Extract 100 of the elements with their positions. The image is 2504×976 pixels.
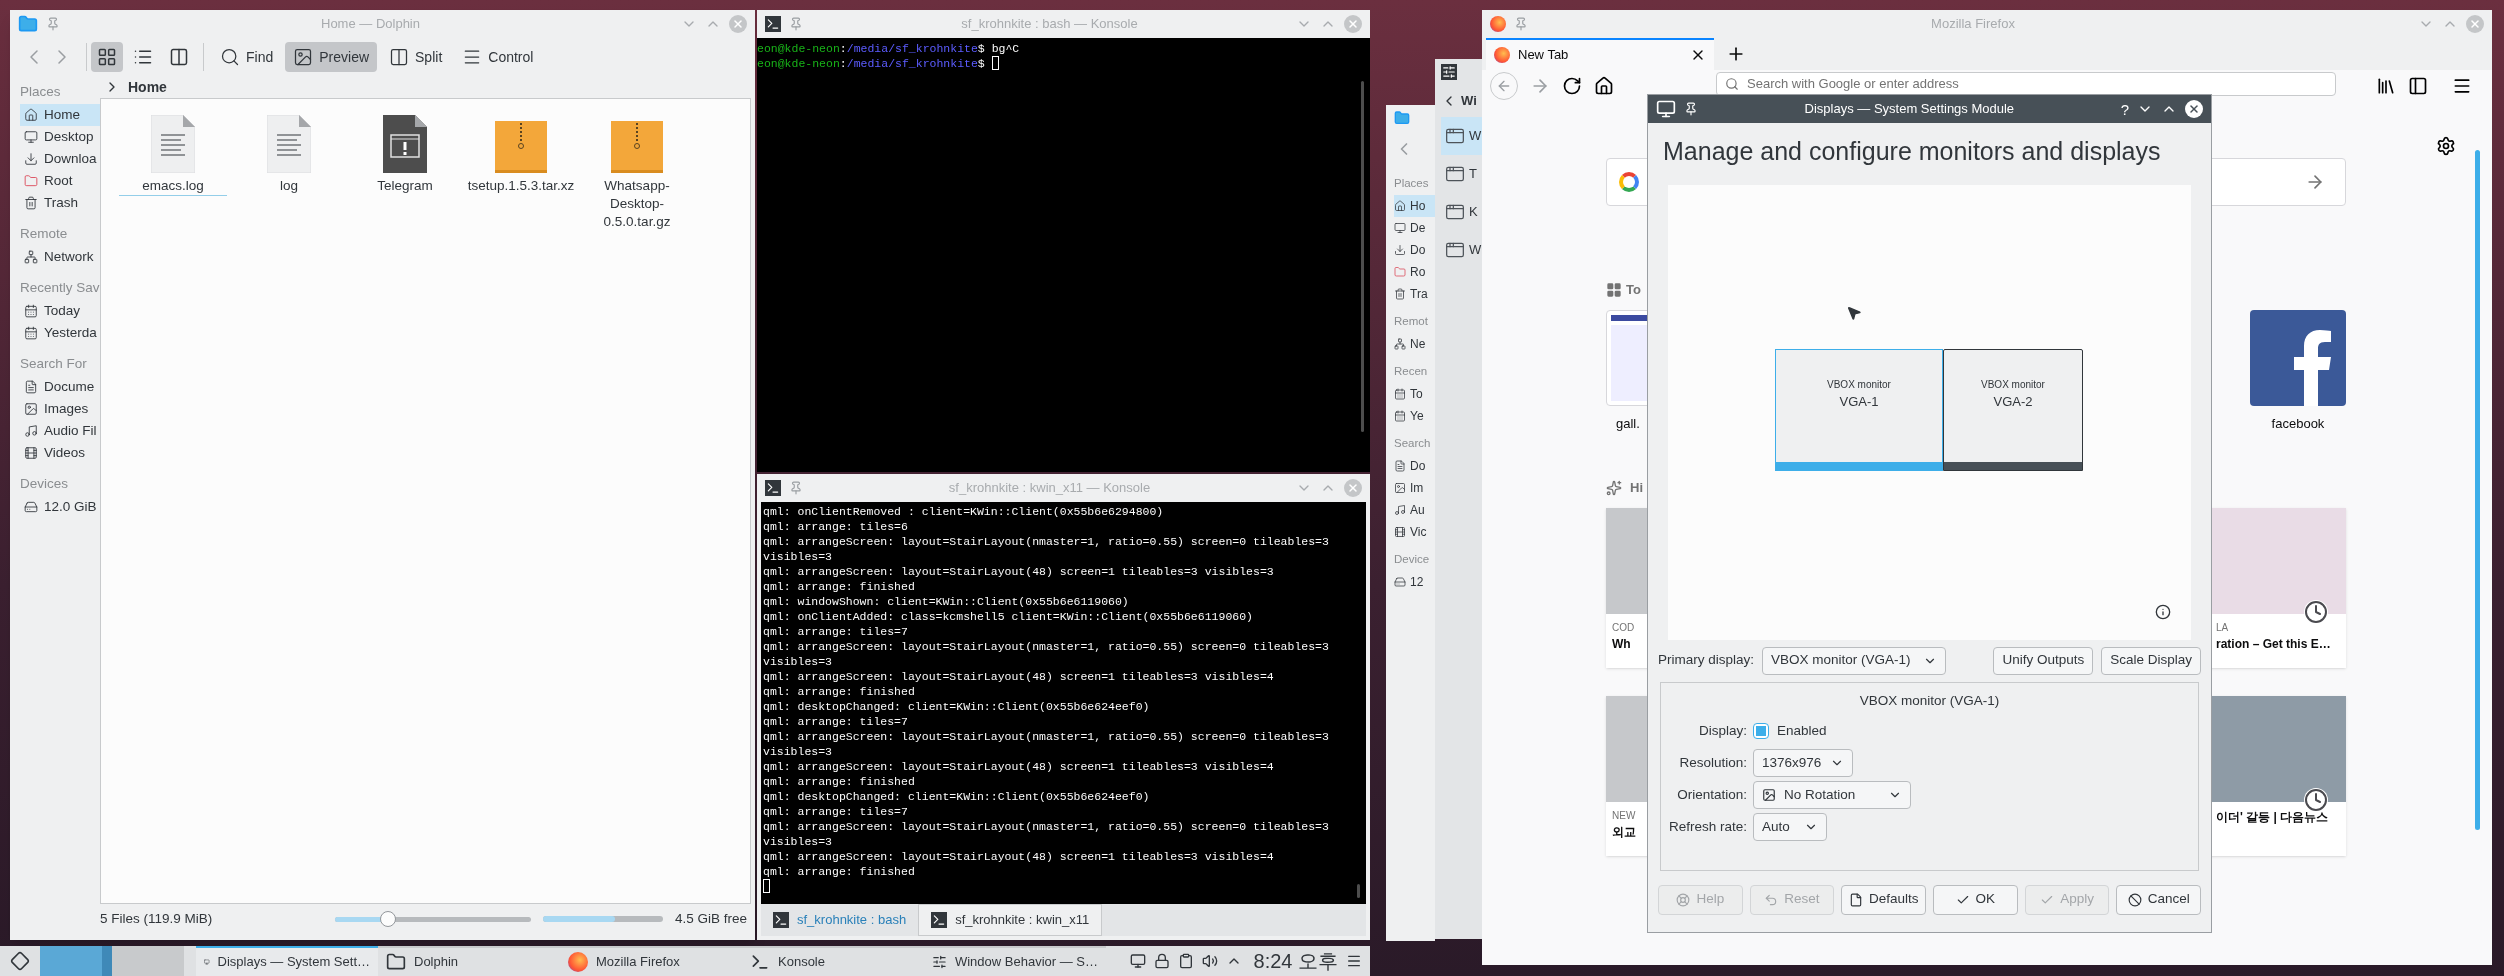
- sidebar-item[interactable]: Do: [1394, 455, 1435, 477]
- virtual-desktop[interactable]: [40, 946, 112, 976]
- toolbar-button[interactable]: Control: [454, 42, 542, 72]
- section-heading: Recently Sav: [20, 278, 100, 297]
- sidebar-item[interactable]: Ye: [1394, 405, 1435, 427]
- launcher-icon[interactable]: [10, 951, 30, 971]
- terminal-line: visibles=3: [763, 834, 833, 849]
- sidebar-item[interactable]: To: [1394, 383, 1435, 405]
- sidebar-item[interactable]: Yesterda: [20, 322, 100, 344]
- tile-label[interactable]: facebook: [2271, 414, 2325, 434]
- reload-icon[interactable]: [1562, 76, 1582, 96]
- terminal-line: qml: arrange: tiles=7: [763, 714, 909, 729]
- drive-icon: [24, 500, 38, 514]
- menu-icon[interactable]: [1346, 953, 1362, 969]
- address-field[interactable]: Search with Google or enter address: [1716, 72, 2336, 96]
- sidebar-item[interactable]: Trash: [20, 192, 100, 214]
- zoom-slider[interactable]: [334, 911, 531, 927]
- terminal-tab[interactable]: sf_krohnkite : kwin_x11: [918, 904, 1103, 936]
- dropdown[interactable]: VBOX monitor (VGA-1): [1762, 646, 1946, 675]
- tile-label[interactable]: gall.: [1606, 414, 1640, 434]
- close-icon[interactable]: [2185, 100, 2203, 118]
- sidebar-item[interactable]: 12: [1394, 571, 1435, 593]
- task-button[interactable]: Mozilla Firefox: [560, 946, 742, 976]
- library-icon[interactable]: [2376, 76, 2396, 96]
- browser-tab[interactable]: New Tab: [1486, 38, 1714, 70]
- sidebar-item[interactable]: Docume: [20, 376, 100, 398]
- image-icon: [293, 47, 314, 67]
- sidebar-icon[interactable]: [2408, 76, 2428, 96]
- scrollbar[interactable]: [1361, 81, 1364, 432]
- group-title: VBOX monitor (VGA-1): [1858, 691, 2001, 710]
- dropdown[interactable]: No Rotation: [1753, 780, 1911, 809]
- sidebar-item[interactable]: Ne: [1394, 333, 1435, 355]
- card-context: LA: [2216, 620, 2229, 635]
- task-button[interactable]: Dolphin: [378, 946, 560, 976]
- task-button[interactable]: Konsole: [742, 946, 924, 976]
- scrollbar[interactable]: [1357, 884, 1360, 898]
- sidebar-item[interactable]: Images: [20, 398, 100, 420]
- field-label: Display:: [1698, 721, 1747, 740]
- archive-icon: [495, 121, 547, 173]
- facebook-logo-icon[interactable]: [2250, 310, 2346, 406]
- settings-item[interactable]: T: [1441, 155, 1482, 193]
- monitor-tile[interactable]: VBOX monitor VGA-2: [1943, 348, 2083, 471]
- task-button[interactable]: Window Behavior — S…: [924, 946, 1106, 976]
- sidebar-item[interactable]: Today: [20, 300, 100, 322]
- settings-item[interactable]: K: [1441, 193, 1482, 231]
- sidebar-item[interactable]: Audio Fil: [20, 420, 100, 442]
- sidebar-item[interactable]: Ro: [1394, 261, 1435, 283]
- sidebar-item[interactable]: Downloa: [20, 148, 100, 170]
- toolbar-button[interactable]: Preview: [285, 42, 378, 72]
- view-mode-button[interactable]: [91, 42, 123, 72]
- settings-item[interactable]: W: [1441, 231, 1482, 269]
- menu-icon[interactable]: [2452, 76, 2472, 96]
- sidebar-item[interactable]: Tra: [1394, 283, 1435, 305]
- file-name[interactable]: tsetup.1.5.3.tar.xz: [467, 177, 575, 195]
- clock[interactable]: 8:24 오후: [1253, 946, 1338, 976]
- scrollbar[interactable]: [2475, 150, 2480, 830]
- pin-icon[interactable]: [1684, 102, 1698, 116]
- home-icon[interactable]: [1594, 76, 1614, 96]
- sidebar-item[interactable]: Au: [1394, 499, 1435, 521]
- sidebar-item[interactable]: 12.0 GiB: [20, 496, 100, 518]
- sidebar-item[interactable]: Vic: [1394, 521, 1435, 543]
- sidebar-item[interactable]: Im: [1394, 477, 1435, 499]
- file-name[interactable]: Telegram: [351, 177, 459, 195]
- task-button[interactable]: Displays — System Sett…: [196, 946, 378, 976]
- terminal-line: qml: arrange: finished: [763, 774, 916, 789]
- sidebar-item[interactable]: Videos: [20, 442, 100, 464]
- sidebar-item[interactable]: Root: [20, 170, 100, 192]
- terminal-tab[interactable]: sf_krohnkite : bash: [761, 904, 919, 936]
- help-icon[interactable]: ?: [2120, 101, 2129, 117]
- clipboard-icon[interactable]: [1177, 953, 1194, 969]
- volume-icon[interactable]: [1201, 953, 1218, 969]
- monitor-name: VGA-1: [1839, 393, 1879, 412]
- scale-display-button[interactable]: Scale Display: [2101, 646, 2201, 675]
- unify-outputs-button[interactable]: Unify Outputs: [1993, 646, 2094, 675]
- sidebar-item[interactable]: Do: [1394, 239, 1435, 261]
- dialog-button[interactable]: OK: [1933, 884, 2018, 915]
- dialog-button[interactable]: Cancel: [2116, 884, 2202, 915]
- toolbar-button[interactable]: Find: [212, 42, 282, 72]
- sidebar-item[interactable]: Ho: [1394, 195, 1435, 217]
- page-heading: Wi: [1461, 92, 1477, 111]
- monitor-tile[interactable]: VBOX monitor VGA-1: [1775, 348, 1943, 471]
- dropdown[interactable]: 1376x976: [1753, 748, 1853, 777]
- settings-icon[interactable]: [2436, 136, 2456, 156]
- text-file-icon: [267, 115, 311, 173]
- sidebar-item[interactable]: Home: [20, 104, 100, 126]
- info-icon[interactable]: [2155, 603, 2171, 620]
- dialog-button[interactable]: Defaults: [1841, 884, 1926, 915]
- file-name[interactable]: log: [235, 177, 343, 195]
- sidebar-item[interactable]: Desktop: [20, 126, 100, 148]
- settings-item[interactable]: W: [1441, 117, 1482, 155]
- breadcrumb[interactable]: Home: [128, 76, 167, 98]
- sidebar-item[interactable]: De: [1394, 217, 1435, 239]
- sidebar-item[interactable]: Network: [20, 246, 100, 268]
- lock-icon[interactable]: [1153, 953, 1170, 969]
- file-name[interactable]: Whatsapp-Desktop-0.5.0.tar.gz: [583, 177, 691, 231]
- dropdown[interactable]: Auto: [1753, 812, 1827, 841]
- toolbar-button[interactable]: Split: [381, 42, 451, 72]
- terminal-icon: [765, 480, 781, 496]
- file-name[interactable]: emacs.log: [119, 177, 227, 196]
- checkbox[interactable]: Enabled: [1753, 720, 1827, 741]
